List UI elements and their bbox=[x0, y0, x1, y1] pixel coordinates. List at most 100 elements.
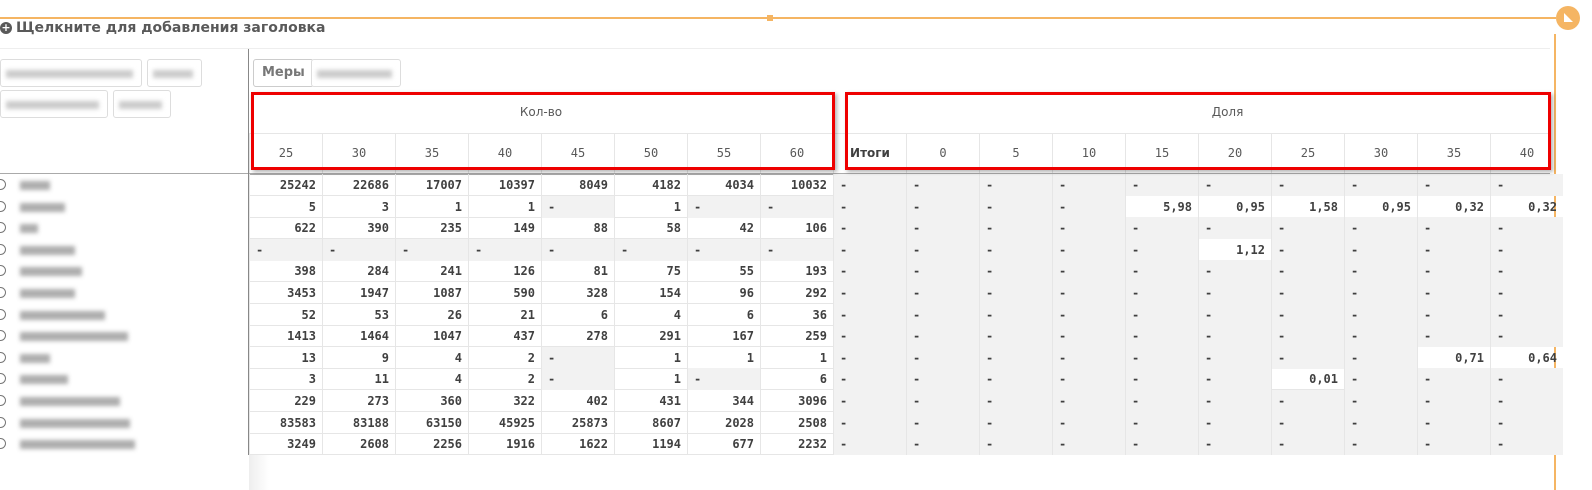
cell-dolya[interactable]: - bbox=[1417, 238, 1490, 261]
cell-dolya[interactable]: - bbox=[1125, 238, 1198, 261]
cell-dolya[interactable]: - bbox=[1344, 174, 1417, 196]
cell-kolvo[interactable]: 17007 bbox=[395, 174, 468, 196]
cell-dolya[interactable]: - bbox=[979, 433, 1052, 456]
cell-dolya[interactable]: - bbox=[1125, 390, 1198, 412]
cell-dolya[interactable]: - bbox=[906, 390, 979, 412]
cell-dolya[interactable]: - bbox=[1344, 368, 1417, 391]
row-header[interactable] bbox=[0, 390, 248, 412]
cell-dolya[interactable]: - bbox=[906, 303, 979, 326]
row-header[interactable] bbox=[0, 174, 248, 196]
cell-kolvo[interactable]: 75 bbox=[614, 260, 687, 283]
cell-dolya[interactable]: - bbox=[979, 368, 1052, 391]
expand-icon[interactable] bbox=[0, 438, 6, 450]
cell-dolya[interactable]: - bbox=[1417, 282, 1490, 304]
cell-kolvo[interactable]: 398 bbox=[249, 260, 322, 283]
cell-dolya[interactable]: - bbox=[1417, 390, 1490, 412]
expand-icon[interactable] bbox=[0, 395, 6, 406]
cell-dolya[interactable]: - bbox=[1198, 368, 1271, 391]
row-header[interactable] bbox=[0, 260, 248, 283]
cell-dolya[interactable]: - bbox=[1490, 260, 1563, 283]
cell-kolvo[interactable]: 4 bbox=[614, 303, 687, 326]
cell-dolya[interactable]: 0,01 bbox=[1271, 368, 1344, 391]
cell-kolvo[interactable]: 36 bbox=[760, 303, 833, 326]
cell-dolya[interactable]: - bbox=[1490, 390, 1563, 412]
cell-kolvo[interactable]: 63150 bbox=[395, 411, 468, 434]
cell-dolya[interactable]: - bbox=[1490, 174, 1563, 196]
cell-kolvo[interactable]: 1 bbox=[614, 368, 687, 391]
cell-dolya[interactable]: - bbox=[1271, 433, 1344, 456]
cell-kolvo[interactable]: 2256 bbox=[395, 433, 468, 456]
cell-kolvo[interactable]: - bbox=[614, 238, 687, 261]
cell-dolya[interactable]: - bbox=[906, 346, 979, 369]
cell-dolya[interactable]: - bbox=[1125, 303, 1198, 326]
cell-kolvo[interactable]: 6 bbox=[760, 368, 833, 391]
cell-dolya[interactable]: - bbox=[979, 390, 1052, 412]
cell-dolya[interactable]: - bbox=[1417, 217, 1490, 240]
cell-itogi[interactable]: - bbox=[833, 303, 906, 326]
cell-kolvo[interactable]: 2232 bbox=[760, 433, 833, 456]
cell-dolya[interactable]: - bbox=[906, 433, 979, 456]
row-header[interactable] bbox=[0, 433, 248, 456]
cell-dolya[interactable]: - bbox=[1125, 217, 1198, 240]
cell-kolvo[interactable]: 21 bbox=[468, 303, 541, 326]
expand-icon[interactable] bbox=[0, 287, 6, 298]
cell-kolvo[interactable]: 431 bbox=[614, 390, 687, 412]
row-header[interactable] bbox=[0, 282, 248, 304]
row-header[interactable] bbox=[0, 238, 248, 261]
cell-kolvo[interactable]: 390 bbox=[322, 217, 395, 240]
cell-kolvo[interactable]: 235 bbox=[395, 217, 468, 240]
cell-kolvo[interactable]: - bbox=[687, 195, 760, 218]
cell-dolya[interactable]: - bbox=[906, 238, 979, 261]
resize-corner-icon[interactable] bbox=[1556, 6, 1580, 30]
cell-dolya[interactable]: - bbox=[1052, 368, 1125, 391]
cell-dolya[interactable]: - bbox=[1125, 346, 1198, 369]
cell-kolvo[interactable]: 58 bbox=[614, 217, 687, 240]
expand-icon[interactable] bbox=[0, 330, 6, 342]
cell-dolya[interactable]: - bbox=[1344, 238, 1417, 261]
cell-kolvo[interactable]: 328 bbox=[541, 282, 614, 304]
cell-itogi[interactable]: - bbox=[833, 238, 906, 261]
cell-kolvo[interactable]: 52 bbox=[249, 303, 322, 326]
cell-dolya[interactable]: - bbox=[1344, 390, 1417, 412]
cell-kolvo[interactable]: 273 bbox=[322, 390, 395, 412]
cell-kolvo[interactable]: 402 bbox=[541, 390, 614, 412]
cell-kolvo[interactable]: 590 bbox=[468, 282, 541, 304]
cell-kolvo[interactable]: 8607 bbox=[614, 411, 687, 434]
cell-kolvo[interactable]: 2608 bbox=[322, 433, 395, 456]
cell-dolya[interactable]: - bbox=[1344, 433, 1417, 456]
dimension-chip[interactable] bbox=[113, 90, 171, 118]
cell-kolvo[interactable]: 25242 bbox=[249, 174, 322, 196]
cell-dolya[interactable]: - bbox=[1490, 411, 1563, 434]
cell-dolya[interactable]: 0,64 bbox=[1490, 346, 1563, 369]
cell-itogi[interactable]: - bbox=[833, 325, 906, 348]
cell-kolvo[interactable]: 154 bbox=[614, 282, 687, 304]
cell-dolya[interactable]: - bbox=[1271, 390, 1344, 412]
cell-kolvo[interactable]: - bbox=[760, 238, 833, 261]
cell-dolya[interactable]: - bbox=[1344, 325, 1417, 348]
cell-kolvo[interactable]: - bbox=[541, 346, 614, 369]
cell-kolvo[interactable]: 4 bbox=[395, 346, 468, 369]
cell-kolvo[interactable]: 4 bbox=[395, 368, 468, 391]
cell-kolvo[interactable]: 42 bbox=[687, 217, 760, 240]
cell-dolya[interactable]: - bbox=[906, 368, 979, 391]
cell-dolya[interactable]: - bbox=[1344, 411, 1417, 434]
cell-kolvo[interactable]: 3453 bbox=[249, 282, 322, 304]
cell-dolya[interactable]: - bbox=[1198, 411, 1271, 434]
cell-dolya[interactable]: - bbox=[1198, 390, 1271, 412]
cell-dolya[interactable]: - bbox=[1490, 303, 1563, 326]
cell-dolya[interactable]: - bbox=[1344, 260, 1417, 283]
cell-dolya[interactable]: - bbox=[1490, 325, 1563, 348]
cell-kolvo[interactable]: 26 bbox=[395, 303, 468, 326]
cell-dolya[interactable]: - bbox=[979, 346, 1052, 369]
cell-kolvo[interactable]: 22686 bbox=[322, 174, 395, 196]
cell-dolya[interactable]: - bbox=[979, 260, 1052, 283]
dimension-chip[interactable] bbox=[0, 59, 142, 87]
cell-dolya[interactable]: - bbox=[1271, 411, 1344, 434]
cell-dolya[interactable]: - bbox=[1125, 368, 1198, 391]
cell-dolya[interactable]: 0,32 bbox=[1490, 195, 1563, 218]
cell-dolya[interactable]: - bbox=[1052, 390, 1125, 412]
cell-kolvo[interactable]: 5 bbox=[249, 195, 322, 218]
cell-kolvo[interactable]: 2508 bbox=[760, 411, 833, 434]
cell-dolya[interactable]: - bbox=[979, 282, 1052, 304]
cell-kolvo[interactable]: 149 bbox=[468, 217, 541, 240]
